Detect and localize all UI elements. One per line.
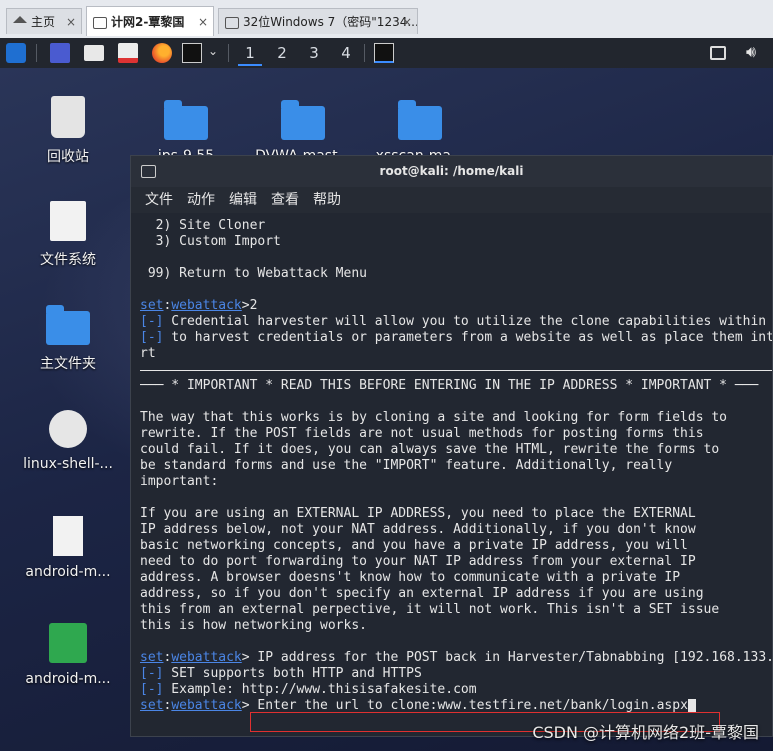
desktop-icon-android-2[interactable]: android-m... xyxy=(13,623,123,687)
workspace-4[interactable]: 4 xyxy=(334,42,358,64)
terminal-titlebar[interactable]: root@kali: /home/kali xyxy=(131,156,772,187)
kali-menu-icon[interactable] xyxy=(6,43,26,63)
panel-separator xyxy=(364,44,365,62)
folder-icon xyxy=(164,100,208,140)
terminal-icon xyxy=(141,165,156,178)
top-panel: ⌄ 1 2 3 4 🔊︎ xyxy=(0,38,773,68)
panel-separator xyxy=(228,44,229,62)
tab-vm-kali[interactable]: 计网2-覃黎国 × xyxy=(86,6,214,36)
trash-icon xyxy=(51,96,85,138)
browser-tab-bar: 主页 × 计网2-覃黎国 × 32位Windows 7（密码"1234... × xyxy=(0,0,773,39)
desktop-icon-android-1[interactable]: android-m... xyxy=(13,516,123,580)
tab-home[interactable]: 主页 × xyxy=(6,8,82,34)
workspace-3[interactable]: 3 xyxy=(302,42,326,64)
desktop-icon-home[interactable]: 主文件夹 xyxy=(13,305,123,373)
file-manager-icon[interactable] xyxy=(84,45,104,61)
gear-icon xyxy=(49,410,87,448)
home-folder-icon xyxy=(46,305,90,345)
menu-edit[interactable]: 编辑 xyxy=(229,192,257,208)
menu-view[interactable]: 查看 xyxy=(271,192,299,208)
terminal-output[interactable]: 2) Site Cloner 3) Custom Import 99) Retu… xyxy=(140,218,772,736)
important-banner: ─── * IMPORTANT * READ THIS BEFORE ENTER… xyxy=(140,378,759,393)
panel-separator xyxy=(36,44,37,62)
show-desktop-icon[interactable] xyxy=(50,43,70,63)
terminal-window-button[interactable] xyxy=(374,43,394,63)
menu-help[interactable]: 帮助 xyxy=(313,192,341,208)
drive-icon xyxy=(50,201,86,241)
folder-icon xyxy=(281,100,325,140)
android-package-icon xyxy=(49,623,87,663)
workspace-1[interactable]: 1 xyxy=(238,42,262,66)
close-icon[interactable]: × xyxy=(66,9,76,34)
desktop-icon-filesystem[interactable]: 文件系统 xyxy=(13,201,123,269)
firefox-icon[interactable] xyxy=(152,43,172,63)
watermark: CSDN @计算机网络2班-覃黎国 xyxy=(532,723,759,742)
document-icon xyxy=(53,516,83,556)
volume-icon[interactable]: 🔊︎ xyxy=(746,42,756,62)
terminal-menubar: 文件 动作 编辑 查看 帮助 xyxy=(131,187,772,213)
network-icon[interactable] xyxy=(710,46,726,60)
text-cursor xyxy=(687,699,696,712)
divider xyxy=(140,370,772,371)
close-icon[interactable]: × xyxy=(402,9,412,34)
desktop-icon-linux-shell[interactable]: linux-shell-... xyxy=(13,410,123,472)
terminal-window[interactable]: root@kali: /home/kali 文件 动作 编辑 查看 帮助 2) Site… xyxy=(130,155,773,737)
clone-url-input[interactable]: www.testfire.net/bank/login.aspx xyxy=(437,698,687,713)
workspace-2[interactable]: 2 xyxy=(270,42,294,64)
vm-icon xyxy=(93,16,107,29)
vm-icon xyxy=(225,16,239,29)
menu-actions[interactable]: 动作 xyxy=(187,192,215,208)
desktop-icon-trash[interactable]: 回收站 xyxy=(13,96,123,166)
tab-vm-win7[interactable]: 32位Windows 7（密码"1234... × xyxy=(218,8,418,34)
home-icon xyxy=(13,16,27,23)
terminal-icon[interactable] xyxy=(182,43,202,63)
text-editor-icon[interactable] xyxy=(118,43,138,63)
window-title: root@kali: /home/kali xyxy=(379,164,524,178)
folder-icon xyxy=(398,100,442,140)
chevron-down-icon[interactable]: ⌄ xyxy=(208,44,218,58)
close-icon[interactable]: × xyxy=(198,7,208,36)
menu-file[interactable]: 文件 xyxy=(145,192,173,208)
